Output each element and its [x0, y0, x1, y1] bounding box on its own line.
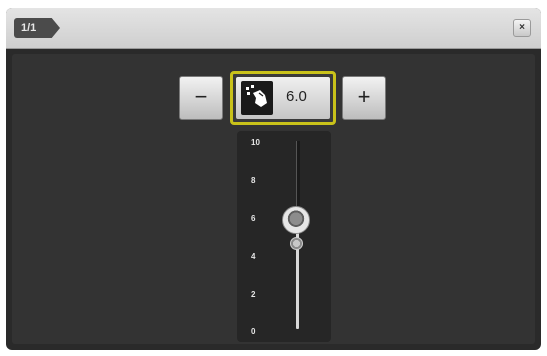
tick-label-6: 6: [251, 214, 256, 223]
content-area: − 6.0 + 10 8 6 4 2 0: [12, 54, 535, 344]
title-bar: 1/1 ×: [6, 8, 541, 49]
page-indicator: 1/1: [14, 18, 60, 38]
tick-label-0: 0: [251, 327, 256, 336]
tick-label-8: 8: [251, 176, 256, 185]
presser-foot-pressure-icon-graphic: [246, 85, 267, 107]
slider-handle[interactable]: [282, 206, 310, 234]
slider-track-filled[interactable]: [296, 219, 299, 329]
close-button[interactable]: ×: [513, 19, 531, 37]
tick-label-4: 4: [251, 252, 256, 261]
value-display-inner: 6.0: [236, 77, 330, 119]
increase-button[interactable]: +: [342, 76, 386, 120]
tick-label-2: 2: [251, 290, 256, 299]
decrease-button[interactable]: −: [179, 76, 223, 120]
settings-dialog: 1/1 × − 6.0 + 10 8 6 4 2 0: [6, 8, 541, 350]
value-text: 6.0: [286, 88, 307, 105]
default-value-marker: [290, 237, 303, 250]
presser-foot-pressure-icon: [241, 81, 273, 115]
slider-panel: 10 8 6 4 2 0: [237, 131, 331, 342]
value-display[interactable]: 6.0: [230, 71, 336, 125]
tick-label-10: 10: [251, 138, 260, 147]
